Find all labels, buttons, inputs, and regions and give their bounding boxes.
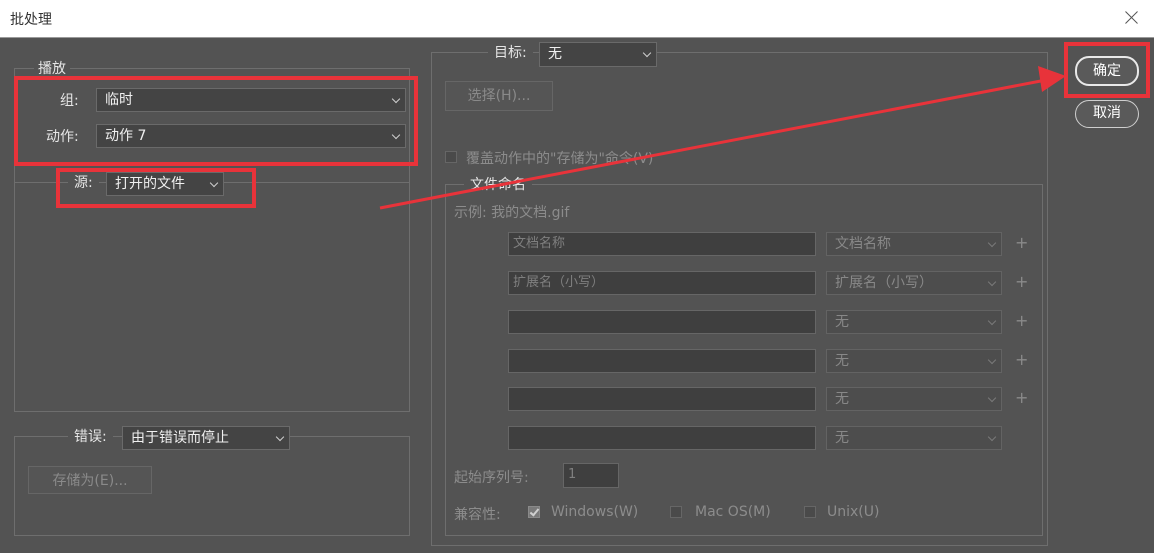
annotation-arrow [379,66,1066,210]
arrow-shaft [379,78,1047,210]
arrow-head [1038,66,1066,92]
